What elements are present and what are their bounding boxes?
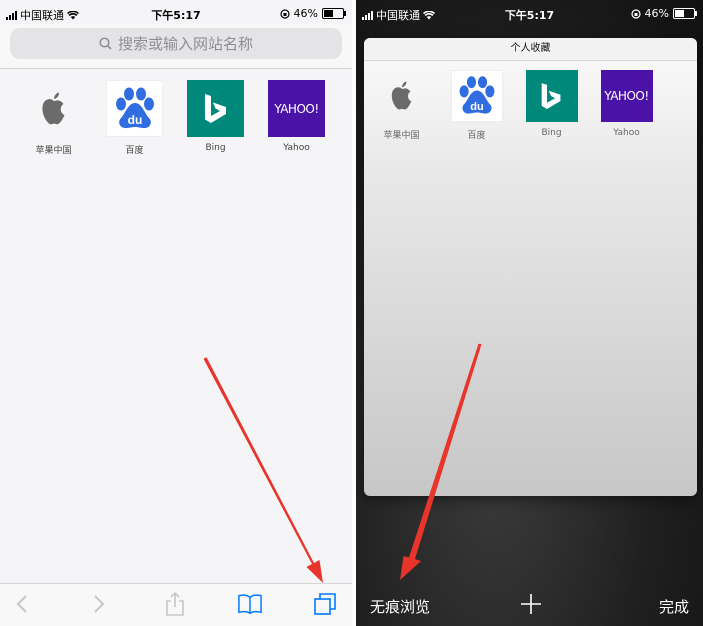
orientation-lock-icon — [630, 8, 641, 19]
bing-logo-icon — [204, 93, 226, 123]
status-bar: 中国联通 下午5:17 46% — [356, 0, 703, 28]
orientation-lock-icon — [279, 8, 290, 19]
tab-card[interactable]: 个人收藏 苹果中国 du 百度 Bing YAHOO! Yahoo — [364, 38, 697, 496]
favorite-label: Bing — [205, 143, 226, 153]
share-button[interactable] — [163, 592, 187, 616]
yahoo-logo-icon: YAHOO! — [274, 101, 319, 116]
safari-start-page: 中国联通 下午5:17 46% 搜索或输入网站名称 苹果中国 du 百度 Bin… — [0, 0, 352, 626]
plus-icon — [521, 594, 541, 614]
baidu-logo-icon: du — [459, 76, 494, 114]
tab-switcher-toolbar: 无痕浏览 完成 — [356, 584, 703, 626]
bookmarks-button[interactable] — [238, 592, 262, 616]
bookmarks-icon — [238, 594, 262, 615]
apple-logo-icon — [41, 92, 64, 124]
private-browsing-button[interactable]: 无痕浏览 — [370, 596, 430, 617]
safari-toolbar — [0, 583, 352, 626]
share-icon — [166, 592, 184, 616]
favorite-baidu[interactable]: du 百度 — [94, 80, 175, 156]
favorite-apple[interactable]: 苹果中国 — [364, 70, 439, 141]
tabs-icon — [314, 593, 336, 615]
favorite-baidu[interactable]: du 百度 — [439, 70, 514, 141]
new-tab-button[interactable] — [519, 592, 543, 616]
tab-title: 个人收藏 — [364, 38, 697, 61]
apple-logo-icon — [391, 81, 411, 110]
baidu-logo-text: du — [470, 101, 484, 113]
tab-switcher: 中国联通 下午5:17 46% 个人收藏 苹果中国 du 百度 Bing YAH… — [356, 0, 703, 626]
favorite-apple[interactable]: 苹果中国 — [13, 80, 94, 156]
back-icon — [16, 595, 27, 613]
battery-icon — [322, 8, 346, 19]
favorite-label: Yahoo — [283, 143, 310, 153]
battery-percent: 46% — [644, 7, 669, 20]
search-icon — [99, 37, 112, 50]
search-placeholder: 搜索或输入网站名称 — [117, 35, 253, 53]
battery-icon — [673, 8, 697, 19]
baidu-logo-icon: du — [115, 87, 154, 128]
yahoo-logo-icon: YAHOO! — [604, 89, 649, 103]
tabs-button[interactable] — [313, 592, 337, 616]
forward-icon — [94, 595, 105, 613]
favorites-grid: 苹果中国 du 百度 Bing YAHOO! Yahoo — [364, 70, 664, 141]
favorite-yahoo[interactable]: YAHOO! Yahoo — [589, 70, 664, 141]
back-button[interactable] — [10, 592, 34, 616]
battery-percent: 46% — [293, 7, 318, 20]
done-button[interactable]: 完成 — [659, 596, 689, 617]
favorite-label: Yahoo — [613, 128, 640, 138]
address-bar-area: 搜索或输入网站名称 — [0, 24, 352, 69]
favorite-label: Bing — [541, 128, 562, 138]
favorite-label: 苹果中国 — [383, 131, 420, 141]
favorite-bing[interactable]: Bing — [514, 70, 589, 141]
favorite-yahoo[interactable]: YAHOO! Yahoo — [256, 80, 337, 156]
favorite-label: 百度 — [467, 131, 486, 141]
favorite-label: 苹果中国 — [35, 146, 72, 156]
search-input[interactable]: 搜索或输入网站名称 — [10, 28, 342, 59]
favorite-bing[interactable]: Bing — [175, 80, 256, 156]
forward-button[interactable] — [87, 592, 111, 616]
bing-logo-icon — [541, 82, 561, 109]
favorite-label: 百度 — [125, 146, 144, 156]
favorites-grid: 苹果中国 du 百度 Bing YAHOO! Yahoo — [13, 80, 337, 156]
baidu-logo-text: du — [127, 113, 142, 127]
